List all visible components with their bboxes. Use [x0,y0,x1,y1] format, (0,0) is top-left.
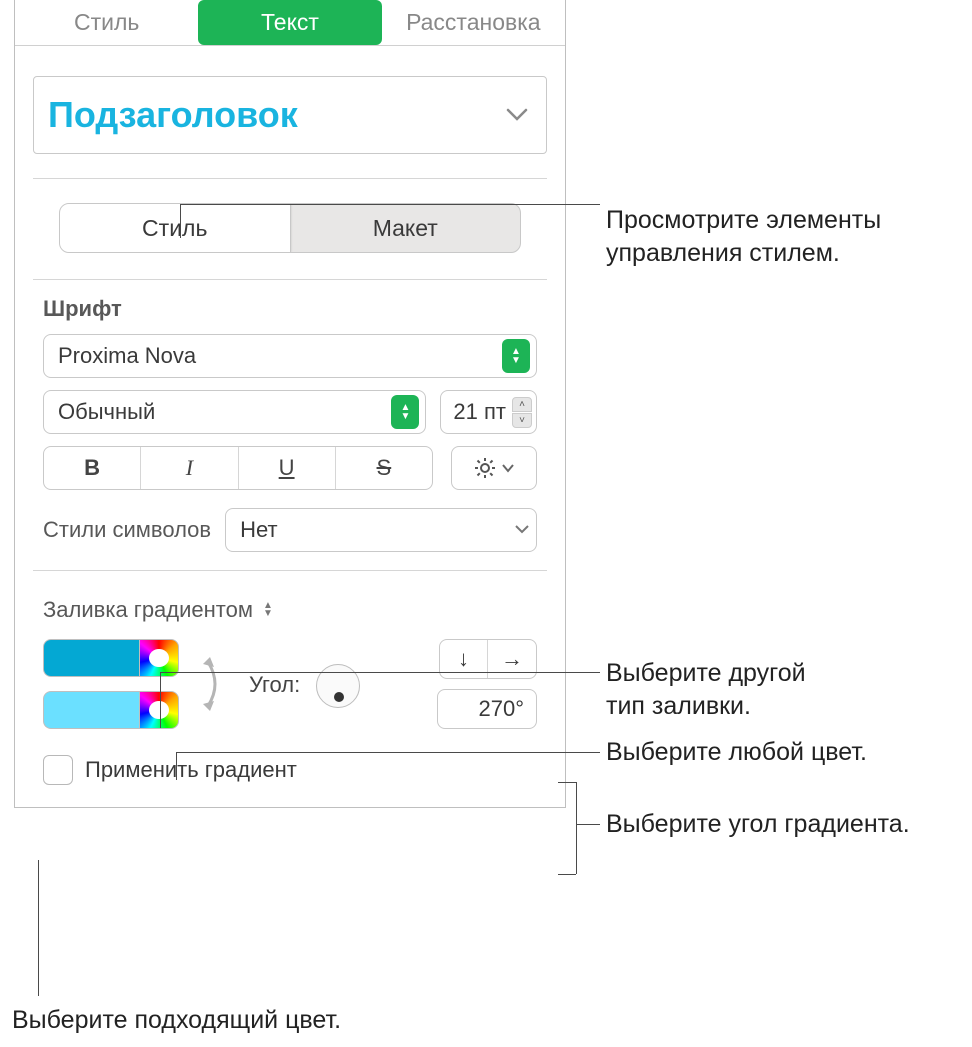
angle-value: 270° [478,696,524,722]
font-section-label: Шрифт [15,280,565,334]
angle-label: Угол: [249,672,300,698]
apply-gradient-label: Применить градиент [85,757,297,783]
callout-line [180,204,181,238]
color-wheel-2[interactable] [139,691,179,729]
char-styles-label: Стили символов [43,517,211,543]
callout-line [176,752,600,753]
paragraph-style-name: Подзаголовок [48,94,298,136]
callout-line [176,752,177,780]
fill-type-value: Заливка градиентом [43,597,253,623]
callout-line [558,874,576,875]
callout-line [160,672,600,673]
font-size-field[interactable]: 21 пт ˄ ˅ [440,390,537,434]
underline-button[interactable]: U [239,447,336,489]
callout-text: Выберите другойтип заливки. [606,657,806,722]
bold-button[interactable]: B [44,447,141,489]
callout-line [38,860,39,996]
chevron-down-icon [514,521,530,539]
updown-icon: ▲▼ [391,395,419,429]
callout-line [180,204,600,205]
font-weight-select[interactable]: Обычный ▲▼ [43,390,426,434]
angle-dial[interactable] [316,664,360,708]
updown-icon: ▲▼ [502,339,530,373]
callout-line [576,824,600,825]
tab-style[interactable]: Стиль [15,0,198,45]
char-styles-value: Нет [240,517,277,543]
advanced-gear-button[interactable] [451,446,537,490]
angle-input[interactable]: 270° [437,689,537,729]
swap-colors-button[interactable] [197,639,231,729]
top-tabs: Стиль Текст Расстановка [15,0,565,46]
gear-icon [473,456,497,480]
callout-text: Выберите любой цвет. [606,736,867,769]
size-step-up[interactable]: ˄ [512,397,532,412]
callout-line [576,782,577,874]
updown-icon: ▲▼ [263,602,273,618]
chevron-down-icon [506,102,528,128]
font-size-value: 21 пт [453,399,506,425]
callout-line [160,672,161,728]
font-family-select[interactable]: Proxima Nova ▲▼ [43,334,537,378]
italic-button[interactable]: I [141,447,238,489]
format-panel: Стиль Текст Расстановка Подзаголовок Сти… [14,0,566,808]
style-layout-segmented: Стиль Макет [59,203,521,253]
apply-gradient-checkbox[interactable] [43,755,73,785]
chevron-down-icon [501,463,515,473]
callout-text: Выберите угол градиента. [606,808,910,841]
callout-line [558,782,576,783]
font-family-value: Proxima Nova [58,343,196,369]
tab-arrange[interactable]: Расстановка [382,0,565,45]
seg-layout[interactable]: Макет [291,204,521,252]
callout-text: Выберите подходящий цвет. [12,1004,341,1037]
char-styles-select[interactable]: Нет [225,508,537,552]
text-style-group: B I U S [43,446,433,490]
size-step-down[interactable]: ˅ [512,413,532,428]
gradient-direction-buttons: ↓ → [439,639,537,679]
gradient-color-2-swatch[interactable] [43,691,139,729]
gradient-color-1-swatch[interactable] [43,639,139,677]
strike-button[interactable]: S [336,447,432,489]
paragraph-style-dropdown[interactable]: Подзаголовок [33,76,547,154]
font-weight-value: Обычный [58,399,155,425]
gradient-colors [43,639,179,729]
font-size-stepper: ˄ ˅ [512,397,532,428]
seg-style[interactable]: Стиль [60,204,291,252]
callout-text: Просмотрите элементыуправления стилем. [606,204,881,269]
tab-text[interactable]: Текст [198,0,381,45]
fill-type-select[interactable]: Заливка градиентом ▲▼ [15,571,565,639]
